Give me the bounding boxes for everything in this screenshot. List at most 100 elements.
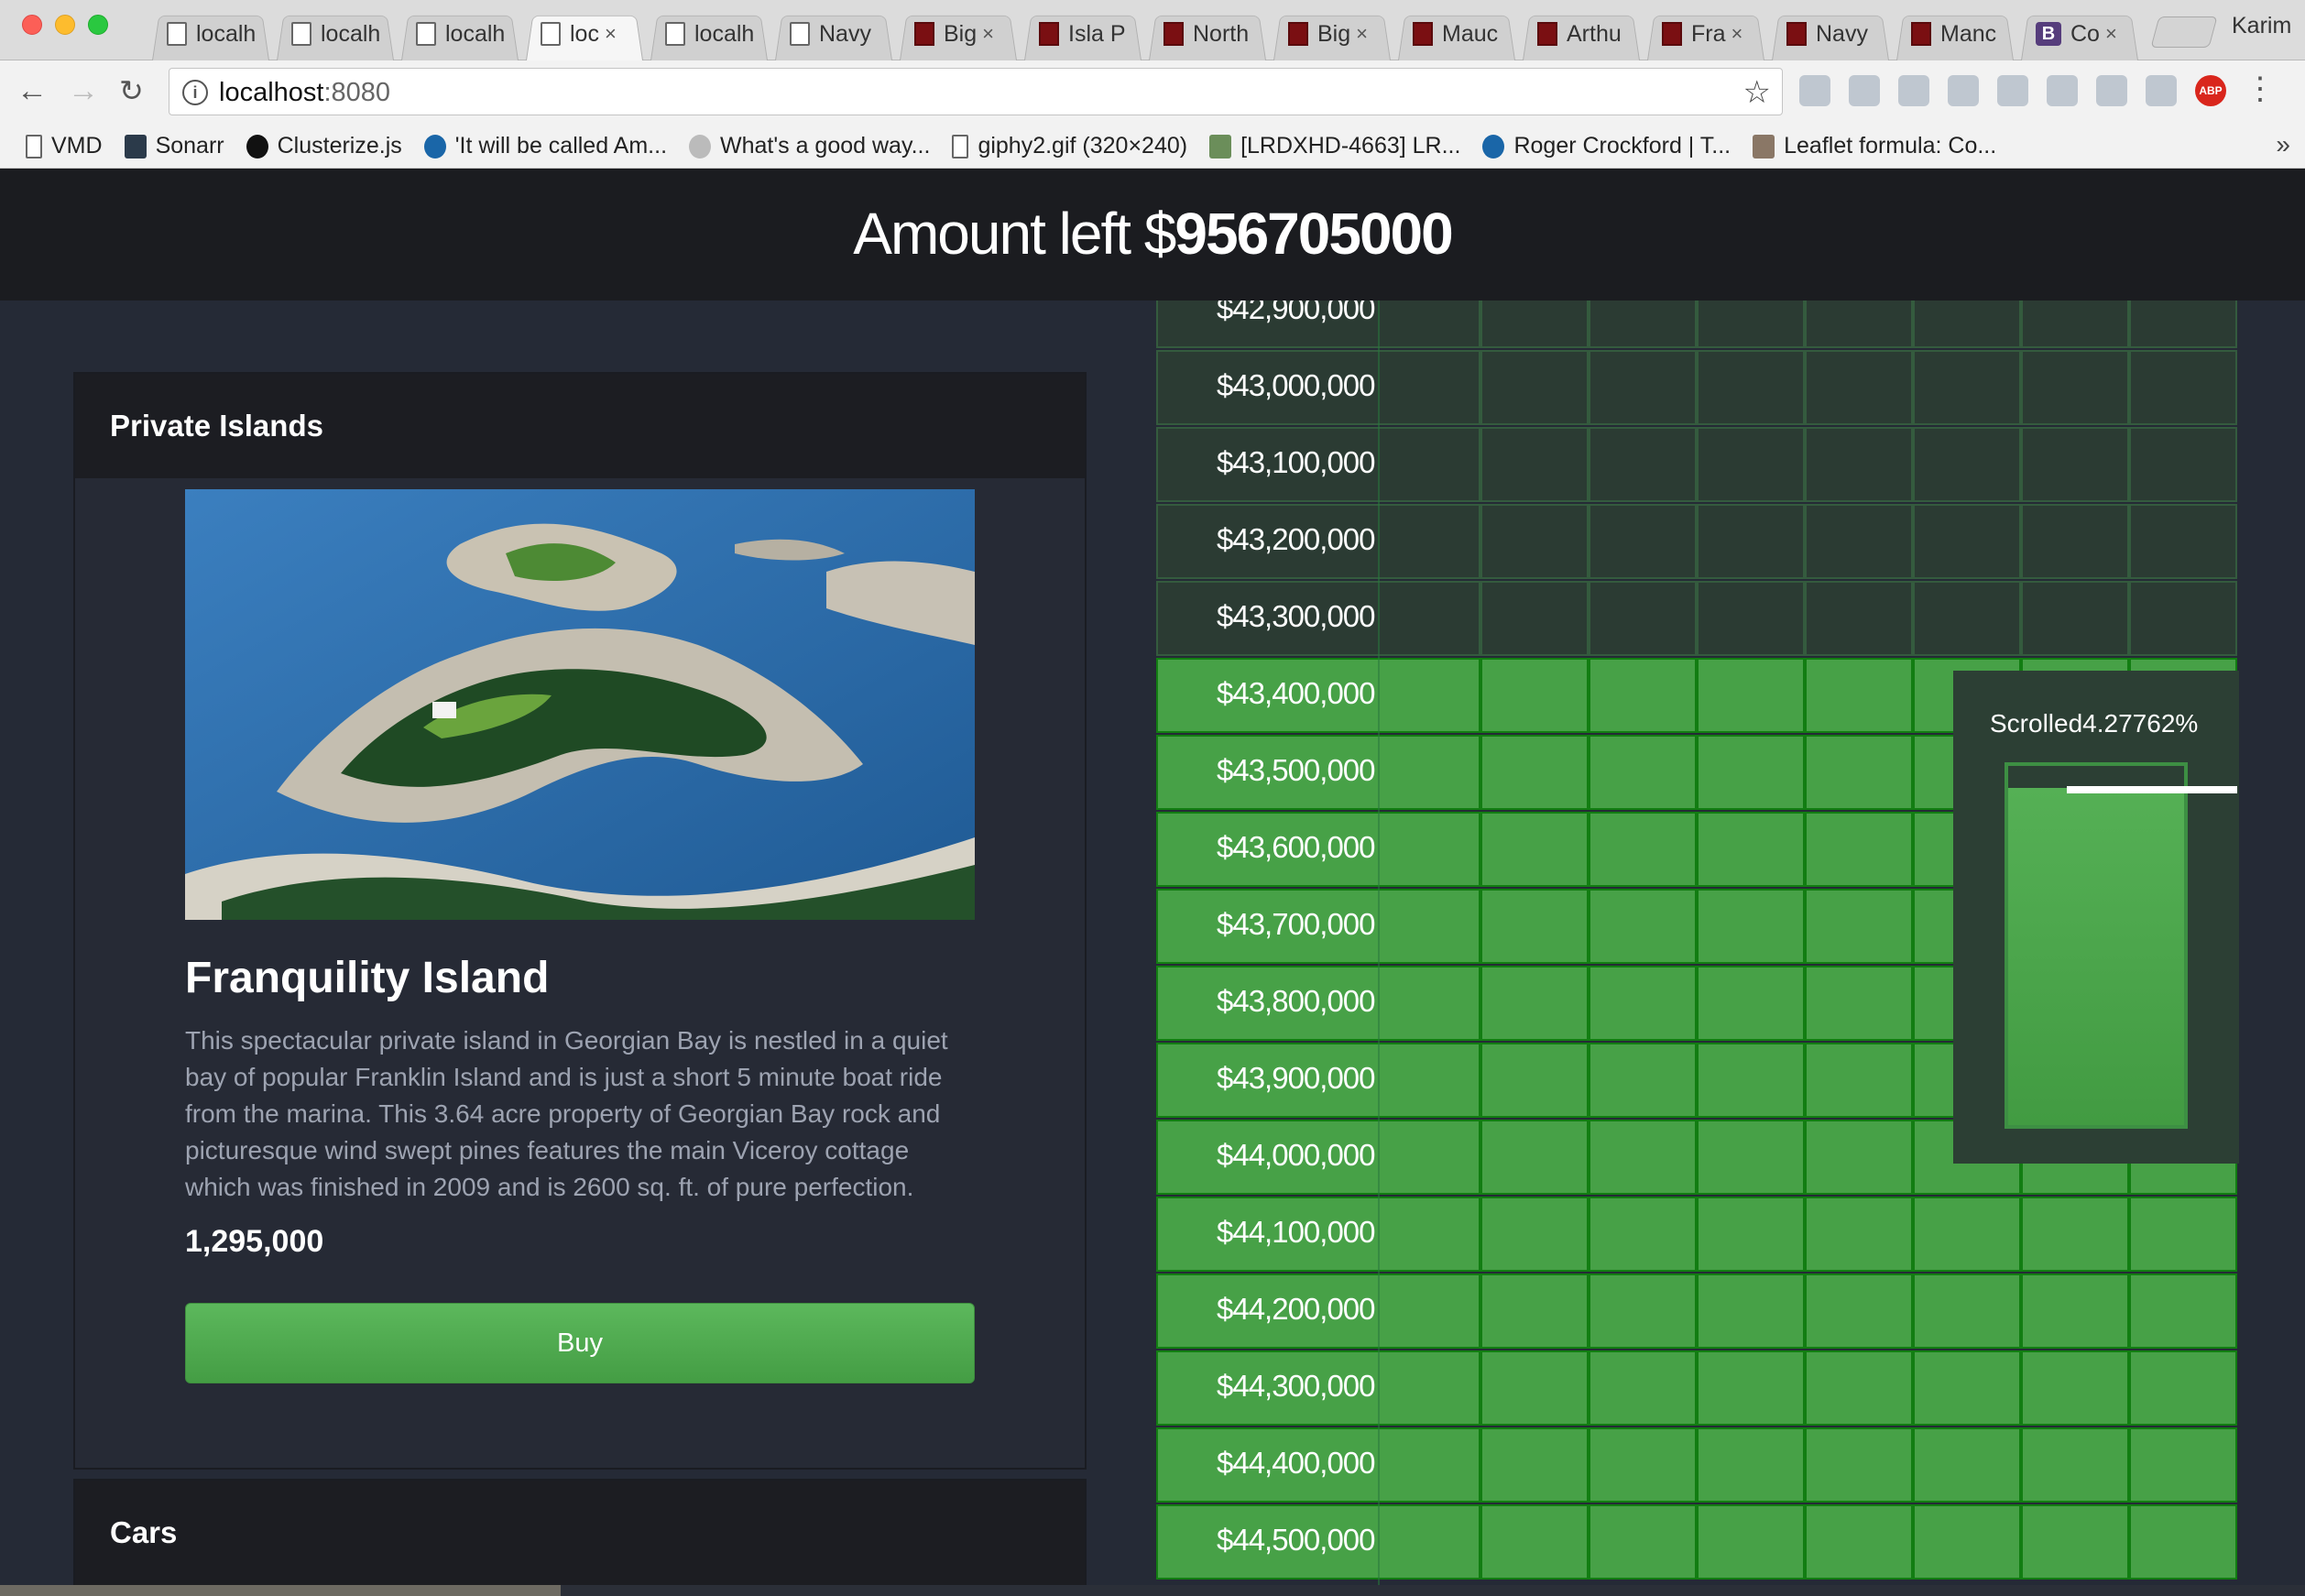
- grid-cell[interactable]: [1697, 1043, 1805, 1118]
- grid-cell[interactable]: [1480, 1504, 1589, 1580]
- grid-cell[interactable]: [1589, 1350, 1697, 1426]
- ublock-icon[interactable]: [1849, 75, 1880, 106]
- buy-button[interactable]: Buy: [185, 1303, 975, 1383]
- amount-row[interactable]: $44,300,000: [1156, 1350, 2241, 1426]
- amount-cell[interactable]: $43,900,000: [1156, 1043, 1480, 1118]
- bookmark-item[interactable]: [LRDXHD-4663] LR...: [1209, 133, 1460, 159]
- bookmark-item[interactable]: Clusterize.js: [246, 133, 402, 159]
- grid-cell[interactable]: [1805, 966, 1913, 1041]
- grid-cell[interactable]: [1805, 301, 1913, 348]
- browser-tab[interactable]: Navy: [771, 7, 896, 60]
- grid-cell[interactable]: [1589, 581, 1697, 656]
- url-text[interactable]: localhost:8080: [219, 78, 390, 108]
- browser-tab[interactable]: Manc: [1893, 7, 2017, 60]
- printer-icon[interactable]: [1997, 75, 2028, 106]
- grid-cell[interactable]: [1913, 1350, 2021, 1426]
- scrollbar-thumb[interactable]: [0, 1585, 561, 1596]
- amount-cell[interactable]: $44,400,000: [1156, 1427, 1480, 1503]
- grid-cell[interactable]: [1913, 1504, 2021, 1580]
- grid-cell[interactable]: [1589, 1197, 1697, 1272]
- grid-cell[interactable]: [1805, 812, 1913, 887]
- browser-tab[interactable]: Mauc: [1394, 7, 1519, 60]
- grid-cell[interactable]: [2129, 504, 2237, 579]
- grid-cell[interactable]: [1697, 350, 1805, 425]
- grid-cell[interactable]: [2021, 1350, 2129, 1426]
- grid-cell[interactable]: [1805, 1120, 1913, 1195]
- grid-cell[interactable]: [1589, 658, 1697, 733]
- address-bar[interactable]: i localhost:8080 ☆: [169, 68, 1783, 115]
- browser-tab[interactable]: Big ×: [896, 7, 1021, 60]
- grid-cell[interactable]: [1805, 735, 1913, 810]
- grid-cell[interactable]: [1913, 1427, 2021, 1503]
- grid-cell[interactable]: [1589, 1427, 1697, 1503]
- grid-cell[interactable]: [1480, 1197, 1589, 1272]
- grid-cell[interactable]: [1480, 966, 1589, 1041]
- maximize-window-button[interactable]: [88, 15, 108, 35]
- amount-cell[interactable]: $44,500,000: [1156, 1504, 1480, 1580]
- grid-cell[interactable]: [1480, 581, 1589, 656]
- scroll-track[interactable]: [2005, 762, 2188, 1129]
- grid-cell[interactable]: [1480, 350, 1589, 425]
- grid-cell[interactable]: [1805, 658, 1913, 733]
- amount-cell[interactable]: $43,300,000: [1156, 581, 1480, 656]
- info-icon[interactable]: i: [182, 80, 208, 105]
- grid-cell[interactable]: [1913, 581, 2021, 656]
- grid-cell[interactable]: [2021, 581, 2129, 656]
- grid-cell[interactable]: [1805, 1504, 1913, 1580]
- grid-cell[interactable]: [1913, 504, 2021, 579]
- close-tab-icon[interactable]: ×: [982, 22, 994, 46]
- grid-cell[interactable]: [1589, 504, 1697, 579]
- new-tab-button[interactable]: [2150, 16, 2218, 48]
- amount-row[interactable]: $44,500,000: [1156, 1504, 2241, 1580]
- grid-cell[interactable]: [1480, 427, 1589, 502]
- bookmark-item[interactable]: Sonarr: [124, 133, 224, 159]
- grid-cell[interactable]: [2021, 1274, 2129, 1349]
- browser-tab[interactable]: Navy: [1768, 7, 1893, 60]
- bookmark-star-icon[interactable]: ☆: [1743, 74, 1771, 111]
- amount-cell[interactable]: $43,400,000: [1156, 658, 1480, 733]
- amount-row[interactable]: $44,400,000: [1156, 1427, 2241, 1503]
- grid-cell[interactable]: [1805, 1197, 1913, 1272]
- grid-cell[interactable]: [1480, 735, 1589, 810]
- grid-cell[interactable]: [1589, 350, 1697, 425]
- browser-tab[interactable]: localh: [647, 7, 771, 60]
- grid-cell[interactable]: [1697, 1274, 1805, 1349]
- grid-cell[interactable]: [1805, 1043, 1913, 1118]
- amount-cell[interactable]: $43,500,000: [1156, 735, 1480, 810]
- grid-cell[interactable]: [1913, 427, 2021, 502]
- grid-cell[interactable]: [2021, 427, 2129, 502]
- amount-row[interactable]: $43,200,000: [1156, 504, 2241, 579]
- menu-icon[interactable]: ⋮: [2245, 73, 2276, 106]
- grid-cell[interactable]: [1480, 301, 1589, 348]
- reload-icon[interactable]: ↻: [119, 73, 144, 108]
- css-icon[interactable]: [1948, 75, 1979, 106]
- grid-cell[interactable]: [2129, 1274, 2237, 1349]
- grid-cell[interactable]: [1805, 1350, 1913, 1426]
- amount-cell[interactable]: $44,300,000: [1156, 1350, 1480, 1426]
- grid-cell[interactable]: [1697, 812, 1805, 887]
- grid-cell[interactable]: [1589, 1120, 1697, 1195]
- grid-cell[interactable]: [2021, 1197, 2129, 1272]
- grid-cell[interactable]: [2021, 1427, 2129, 1503]
- grid-cell[interactable]: [1589, 301, 1697, 348]
- grid-cell[interactable]: [1480, 504, 1589, 579]
- grid-cell[interactable]: [1697, 581, 1805, 656]
- profile-name[interactable]: Karim: [2232, 13, 2291, 39]
- amount-cell[interactable]: $44,100,000: [1156, 1197, 1480, 1272]
- grid-cell[interactable]: [1697, 966, 1805, 1041]
- bookmark-item[interactable]: What's a good way...: [689, 133, 930, 159]
- grid-cell[interactable]: [1480, 1427, 1589, 1503]
- amount-cell[interactable]: $43,700,000: [1156, 889, 1480, 964]
- close-tab-icon[interactable]: ×: [1731, 22, 1743, 46]
- grid-cell[interactable]: [1480, 1274, 1589, 1349]
- d-icon[interactable]: [2146, 75, 2177, 106]
- grid-cell[interactable]: [1697, 889, 1805, 964]
- grid-cell[interactable]: [1697, 735, 1805, 810]
- next-category-title[interactable]: Cars: [75, 1481, 1085, 1585]
- grid-cell[interactable]: [1589, 1504, 1697, 1580]
- grid-cell[interactable]: [1805, 1427, 1913, 1503]
- grid-cell[interactable]: [2129, 1197, 2237, 1272]
- amount-cell[interactable]: $43,600,000: [1156, 812, 1480, 887]
- circle-icon[interactable]: [2096, 75, 2127, 106]
- grid-cell[interactable]: [1697, 658, 1805, 733]
